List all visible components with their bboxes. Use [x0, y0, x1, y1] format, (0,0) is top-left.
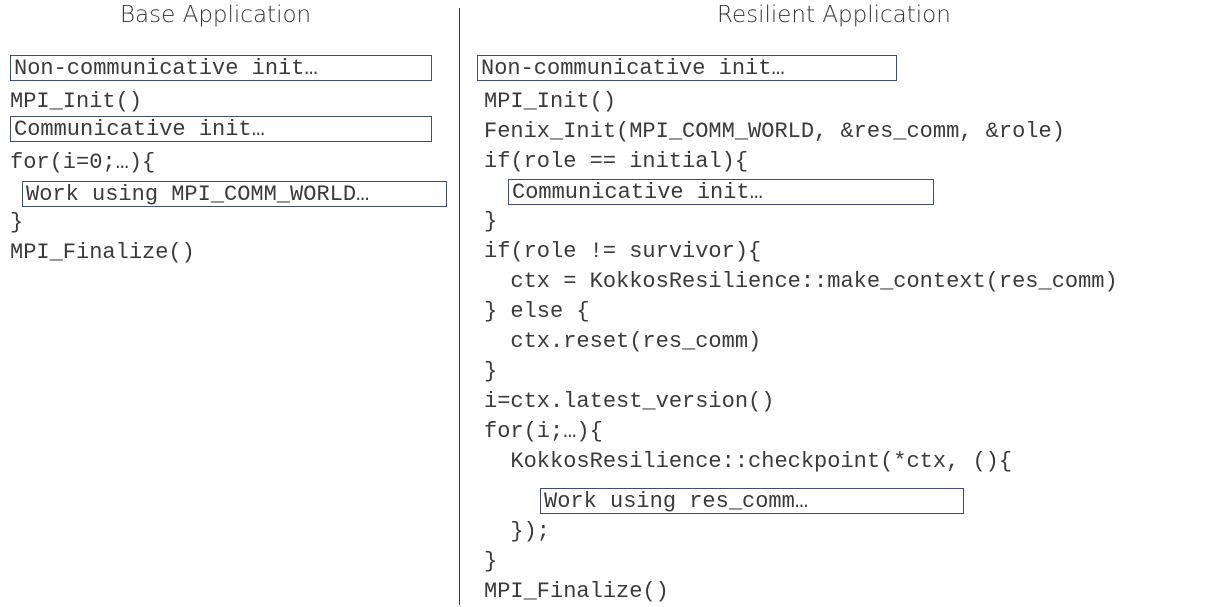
mpi-init-line: MPI_Init(): [484, 89, 617, 114]
latest-version-line: i=ctx.latest_version(): [484, 389, 775, 414]
mpi-init-line: MPI_Init(): [10, 89, 143, 114]
mpi-finalize-line: MPI_Finalize(): [10, 240, 195, 265]
work-box: Work using res_comm…: [540, 488, 964, 514]
column-divider: [459, 8, 460, 605]
mpi-finalize-line: MPI_Finalize(): [484, 579, 669, 604]
comm-init-box: Communicative init…: [10, 116, 432, 142]
resilient-application-code: Non-communicative init… MPI_Init() Fenix…: [477, 0, 1224, 605]
work-box: Work using MPI_COMM_WORLD…: [22, 181, 447, 207]
fenix-init-line: Fenix_Init(MPI_COMM_WORLD, &res_comm, &r…: [484, 119, 1065, 144]
close-brace-line: }: [10, 210, 24, 235]
close-lambda-line: });: [484, 519, 551, 544]
noncomm-init-box: Non-communicative init…: [477, 55, 897, 81]
if-initial-line: if(role == initial){: [484, 149, 749, 174]
else-line: } else {: [484, 299, 590, 324]
base-application-code: Non-communicative init… MPI_Init() Commu…: [10, 0, 455, 605]
for-loop-line: for(i=0;…){: [10, 150, 156, 175]
make-context-line: ctx = KokkosResilience::make_context(res…: [484, 269, 1118, 294]
for-loop-line: for(i;…){: [484, 419, 603, 444]
close-brace-line-2: }: [484, 359, 498, 384]
close-brace-line-1: }: [484, 209, 498, 234]
reset-line: ctx.reset(res_comm): [484, 329, 762, 354]
noncomm-init-box: Non-communicative init…: [10, 55, 432, 81]
if-survivor-line: if(role != survivor){: [484, 239, 762, 264]
close-brace-line-3: }: [484, 549, 498, 574]
checkpoint-line: KokkosResilience::checkpoint(*ctx, (){: [484, 449, 1013, 474]
comm-init-box: Communicative init…: [508, 179, 934, 205]
